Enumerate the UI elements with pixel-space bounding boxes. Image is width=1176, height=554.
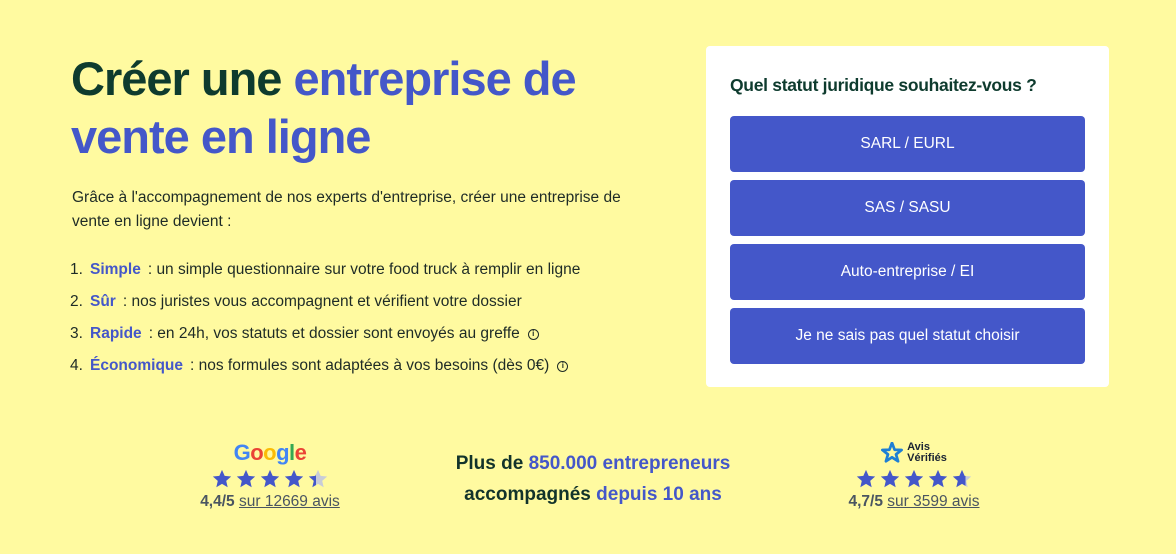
title-accent-line1: entreprise de	[293, 52, 576, 105]
benefit-keyword: Rapide	[90, 325, 142, 342]
google-stars	[180, 468, 360, 490]
title-accent-line2: vente en ligne	[71, 110, 371, 163]
benefit-item-simple: 1. Simple : un simple questionnaire sur …	[70, 254, 670, 286]
benefit-description: : nos juristes vous accompagnent et véri…	[122, 293, 522, 310]
benefit-number: 2.	[70, 293, 83, 310]
card-question: Quel statut juridique souhaitez-vous ?	[730, 75, 1037, 95]
benefit-description: : en 24h, vos statuts et dossier sont en…	[148, 325, 520, 342]
google-score: 4,4/5	[200, 493, 235, 510]
star-icon	[856, 469, 876, 488]
google-rating: Google 4,4/5 sur 12669 avis	[180, 440, 360, 511]
stats-line-2: accompagnés depuis 10 ans	[464, 484, 722, 505]
star-icon	[212, 469, 232, 488]
title-part1: Créer une	[71, 52, 294, 105]
benefit-number: 1.	[70, 261, 83, 278]
legal-status-card: Quel statut juridique souhaitez-vous ? S…	[706, 46, 1109, 387]
avis-score-line: 4,7/5 sur 3599 avis	[824, 493, 1004, 511]
benefit-keyword: Sûr	[90, 293, 116, 310]
benefit-description: : un simple questionnaire sur votre food…	[147, 261, 581, 278]
benefit-keyword: Simple	[90, 261, 141, 278]
info-icon[interactable]: i	[557, 360, 569, 372]
benefit-item-economique: 4. Économique : nos formules sont adapté…	[70, 350, 670, 382]
star-icon	[284, 469, 304, 488]
star-icon	[236, 469, 256, 488]
option-sarl-eurl-button[interactable]: SARL / EURL	[730, 116, 1085, 172]
option-sas-sasu-button[interactable]: SAS / SASU	[730, 180, 1085, 236]
star-icon	[952, 469, 972, 488]
google-reviews-link[interactable]: sur 12669 avis	[239, 493, 340, 510]
benefit-number: 4.	[70, 357, 83, 374]
star-icon	[260, 469, 280, 488]
avis-reviews-link[interactable]: sur 3599 avis	[887, 493, 979, 510]
stats-block: Plus de 850.000 entrepreneurs accompagné…	[420, 448, 766, 510]
avis-verifies-logo: Avis Vérifiés	[824, 440, 1004, 466]
benefit-keyword: Économique	[90, 357, 184, 374]
page-title: Créer une entreprise de vente en ligne	[71, 50, 671, 166]
star-icon	[308, 469, 328, 488]
benefit-description: : nos formules sont adaptées à vos besoi…	[190, 357, 550, 374]
avis-score: 4,7/5	[848, 493, 883, 510]
avis-verifies-rating: Avis Vérifiés 4,7/5 sur 3599 avis	[824, 440, 1004, 511]
google-score-line: 4,4/5 sur 12669 avis	[180, 493, 360, 511]
benefit-number: 3.	[70, 325, 83, 342]
info-icon[interactable]: i	[527, 328, 539, 340]
star-icon	[904, 469, 924, 488]
intro-text: Grâce à l'accompagnement de nos experts …	[72, 189, 621, 230]
stats-line-1: Plus de 850.000 entrepreneurs	[455, 453, 731, 474]
avis-verifies-star-icon	[881, 442, 904, 463]
option-unsure-button[interactable]: Je ne sais pas quel statut choisir	[730, 308, 1085, 364]
benefit-item-rapide: 3. Rapide : en 24h, vos statuts et dossi…	[70, 318, 670, 350]
benefits-list: 1. Simple : un simple questionnaire sur …	[70, 254, 670, 382]
benefit-item-sur: 2. Sûr : nos juristes vous accompagnent …	[70, 286, 670, 318]
option-auto-entreprise-button[interactable]: Auto-entreprise / EI	[730, 244, 1085, 300]
star-icon	[880, 469, 900, 488]
google-logo: Google	[233, 440, 307, 465]
avis-stars	[824, 468, 1004, 490]
star-icon	[928, 469, 948, 488]
